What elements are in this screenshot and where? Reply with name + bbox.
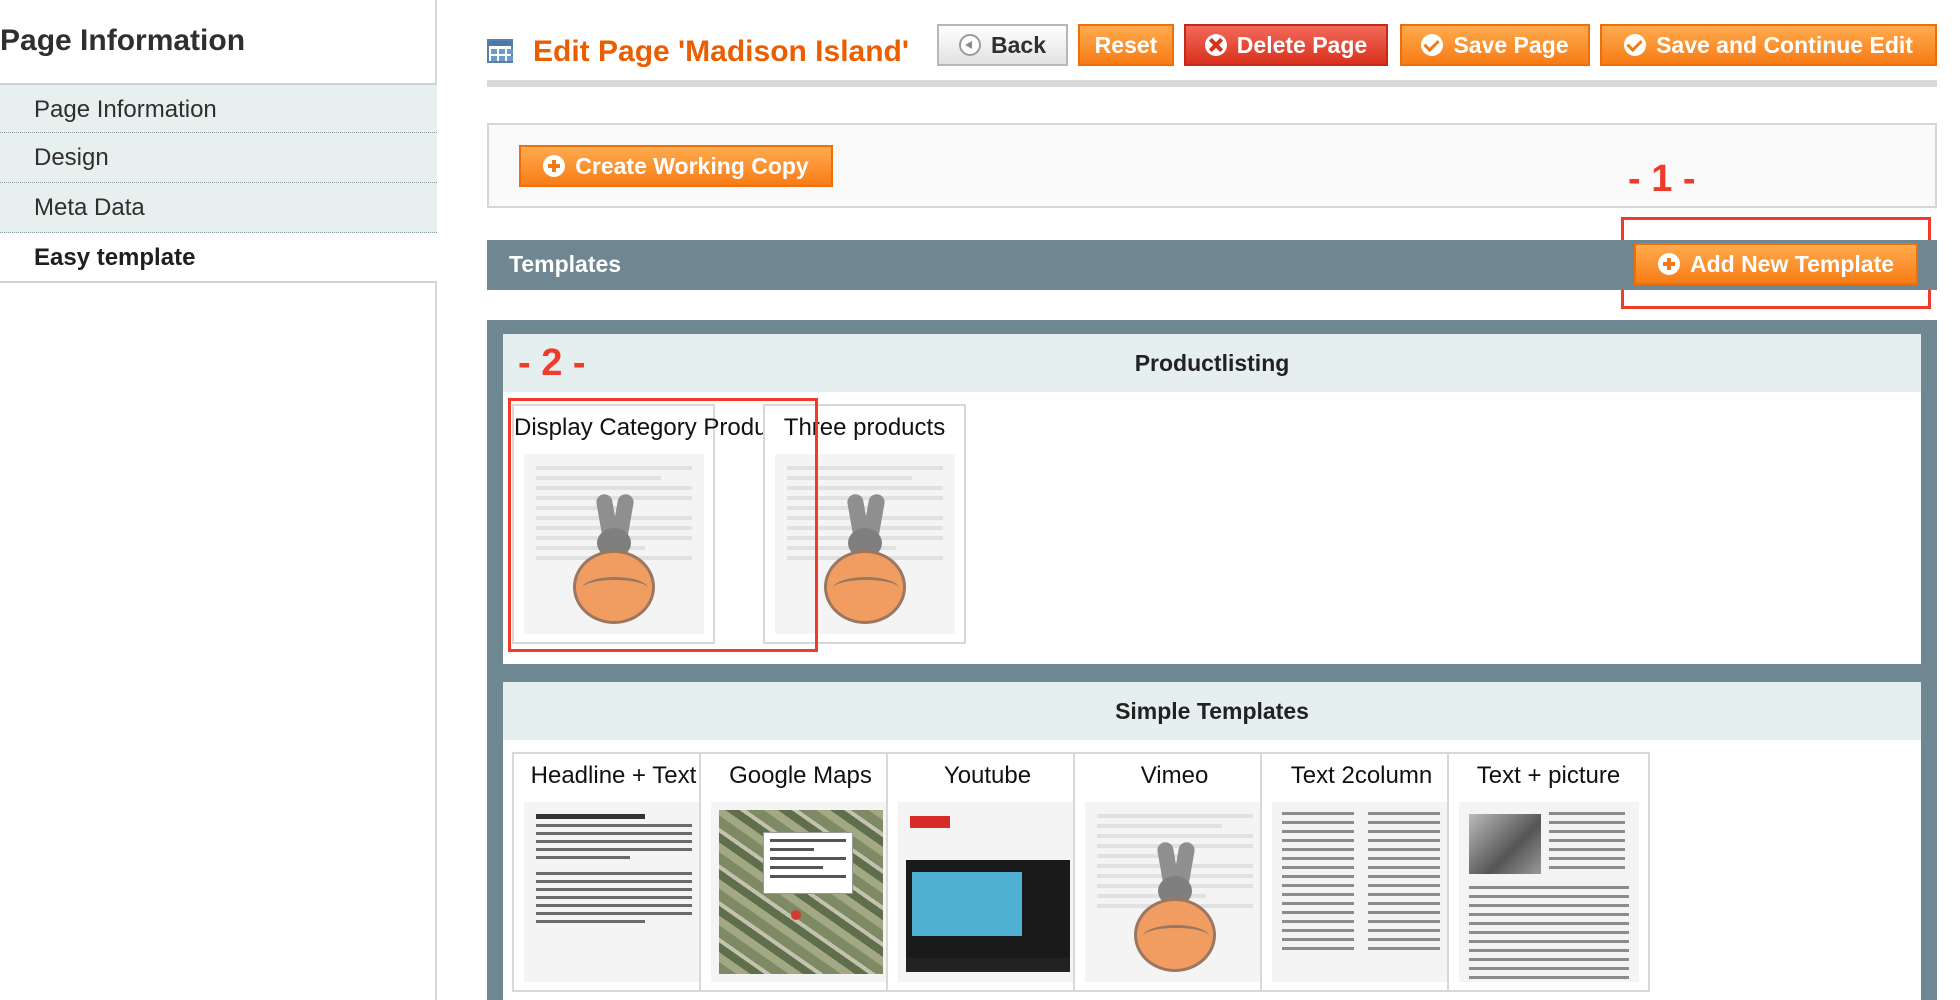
back-button[interactable]: Back [937, 24, 1068, 66]
sidebar-title: Page Information [0, 24, 246, 57]
template-card-title: Google Maps [729, 762, 872, 789]
reset-button[interactable]: Reset [1078, 24, 1174, 66]
sidebar: Page Information Page Information Design… [0, 0, 437, 1000]
delete-page-label: Delete Page [1236, 32, 1368, 58]
check-icon [1624, 34, 1647, 56]
check-icon [1421, 34, 1444, 56]
mascot-placeholder-icon [1085, 802, 1265, 982]
back-button-label: Back [991, 32, 1046, 58]
text-article-icon [524, 802, 704, 982]
template-card-vimeo[interactable]: Vimeo [1073, 752, 1276, 992]
create-working-copy-button[interactable]: Create Working Copy [519, 145, 833, 187]
sidebar-item-design[interactable]: Design [0, 133, 437, 183]
save-page-button[interactable]: Save Page [1400, 24, 1590, 66]
plus-icon [1657, 253, 1680, 275]
plus-icon [543, 155, 566, 177]
template-card-title: Text 2column [1290, 762, 1433, 789]
template-card-youtube[interactable]: Youtube [886, 752, 1089, 992]
map-icon [711, 802, 891, 982]
save-and-continue-button[interactable]: Save and Continue Edit [1600, 24, 1937, 66]
template-group-title: Simple Templates [503, 682, 1921, 740]
page-grid-icon [487, 39, 513, 63]
page-title: Edit Page 'Madison Island' [533, 35, 909, 68]
reset-button-label: Reset [1094, 32, 1158, 58]
template-card-title: Text + picture [1476, 762, 1621, 789]
template-card-google-maps[interactable]: Google Maps [699, 752, 902, 992]
save-and-continue-label: Save and Continue Edit [1656, 32, 1913, 58]
template-card-headline-text[interactable]: Headline + Text [512, 752, 715, 992]
sidebar-item-meta-data[interactable]: Meta Data [0, 183, 437, 233]
create-working-copy-label: Create Working Copy [575, 153, 809, 179]
delete-icon [1204, 34, 1227, 56]
template-card-title: Youtube [943, 762, 1032, 789]
template-card-text-picture[interactable]: Text + picture [1447, 752, 1650, 992]
delete-page-button[interactable]: Delete Page [1184, 24, 1388, 66]
header-divider [487, 80, 1937, 87]
video-icon [898, 802, 1078, 982]
back-arrow-icon [959, 34, 981, 56]
two-column-text-icon [1272, 802, 1452, 982]
template-group-simple-templates: Simple Templates Headline + Text Google … [503, 682, 1921, 1000]
sidebar-tabs: Page Information Design Meta Data Easy t… [0, 83, 437, 283]
annotation-label-2: - 2 - [518, 342, 586, 384]
templates-title: Templates [509, 251, 622, 277]
add-new-template-button[interactable]: Add New Template [1634, 243, 1918, 285]
save-page-label: Save Page [1453, 32, 1569, 58]
template-card-title: Vimeo [1140, 762, 1209, 789]
template-card-text-2column[interactable]: Text 2column [1260, 752, 1463, 992]
add-new-template-label: Add New Template [1689, 251, 1895, 277]
annotation-label-1: - 1 - [1628, 158, 1696, 200]
template-group-title: Productlisting [503, 334, 1921, 392]
text-picture-icon [1459, 802, 1639, 982]
sidebar-item-page-information[interactable]: Page Information [0, 83, 437, 133]
annotation-box-2 [508, 398, 818, 652]
sidebar-item-easy-template[interactable]: Easy template [0, 233, 437, 283]
template-card-title: Headline + Text [530, 762, 697, 789]
